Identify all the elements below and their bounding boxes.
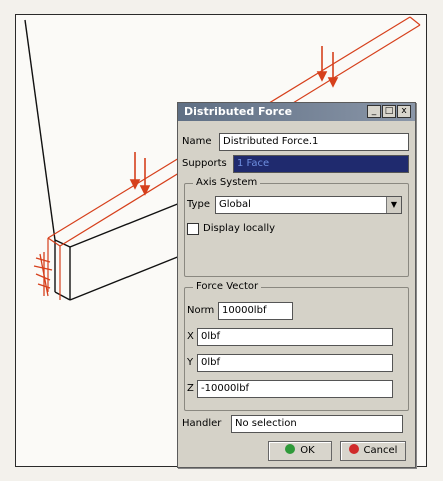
y-field[interactable]: 0lbf bbox=[197, 354, 393, 372]
minimize-button[interactable]: _ bbox=[367, 105, 381, 118]
axis-system-group: Axis System Type Global ▼ Display locall… bbox=[184, 176, 409, 277]
maximize-button[interactable]: □ bbox=[382, 105, 396, 118]
type-select[interactable]: Global ▼ bbox=[215, 196, 402, 214]
y-label: Y bbox=[187, 357, 194, 368]
supports-field[interactable]: 1 Face bbox=[233, 155, 409, 173]
x-field[interactable]: 0lbf bbox=[197, 328, 393, 346]
name-label: Name bbox=[182, 136, 212, 147]
distributed-force-dialog: Distributed Force _ □ x Name Distributed… bbox=[177, 102, 416, 468]
norm-label: Norm bbox=[187, 305, 215, 316]
force-vector-title: Force Vector bbox=[193, 280, 262, 294]
name-field[interactable]: Distributed Force.1 bbox=[219, 133, 409, 151]
force-arrow-group-2 bbox=[316, 46, 339, 88]
force-arrow-group-1 bbox=[129, 152, 151, 196]
y-row: Y 0lbf bbox=[187, 354, 406, 372]
support-symbol bbox=[33, 252, 53, 297]
supports-row: Supports 1 Face bbox=[182, 155, 411, 173]
handler-field[interactable]: No selection bbox=[231, 415, 403, 433]
ok-button[interactable]: OK bbox=[268, 441, 332, 461]
display-locally-row[interactable]: Display locally bbox=[187, 220, 387, 238]
cancel-label: Cancel bbox=[363, 445, 398, 456]
axis-system-title: Axis System bbox=[193, 176, 261, 190]
chevron-down-icon[interactable]: ▼ bbox=[386, 197, 401, 213]
dialog-title: Distributed Force bbox=[184, 105, 293, 118]
type-label: Type bbox=[187, 199, 210, 210]
display-locally-checkbox[interactable] bbox=[187, 223, 199, 235]
ok-label: OK bbox=[300, 445, 315, 456]
type-select-value: Global bbox=[219, 199, 251, 210]
handler-label: Handler bbox=[182, 418, 222, 429]
close-button[interactable]: x bbox=[397, 105, 411, 118]
cancel-button[interactable]: Cancel bbox=[340, 441, 406, 461]
cancel-icon bbox=[348, 444, 359, 454]
ok-icon bbox=[285, 444, 296, 454]
dialog-titlebar[interactable]: Distributed Force _ □ x bbox=[178, 103, 415, 121]
type-row: Type Global ▼ bbox=[187, 196, 406, 214]
x-row: X 0lbf bbox=[187, 328, 406, 346]
force-vector-group: Force Vector Norm 10000lbf X 0lbf Y 0lbf… bbox=[184, 280, 409, 411]
z-field[interactable]: -10000lbf bbox=[197, 380, 393, 398]
z-label: Z bbox=[187, 383, 194, 394]
supports-label: Supports bbox=[182, 158, 227, 169]
handler-row: Handler No selection bbox=[182, 415, 411, 433]
norm-field[interactable]: 10000lbf bbox=[218, 302, 293, 320]
z-row: Z -10000lbf bbox=[187, 380, 406, 398]
norm-row: Norm 10000lbf bbox=[187, 302, 406, 320]
name-row: Name Distributed Force.1 bbox=[182, 133, 411, 151]
display-locally-label: Display locally bbox=[203, 223, 276, 234]
x-label: X bbox=[187, 331, 194, 342]
